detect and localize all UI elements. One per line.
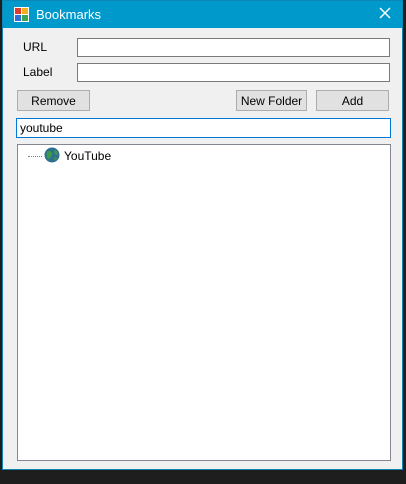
close-icon (379, 7, 391, 22)
tree-item-youtube[interactable]: YouTube (28, 147, 111, 165)
search-input[interactable] (16, 118, 391, 138)
globe-icon (44, 147, 60, 166)
background-bottom (0, 470, 406, 484)
bookmarks-window: Bookmarks URL Label Remove New Folder Ad… (2, 0, 403, 470)
url-label: URL (23, 40, 48, 54)
bookmarks-tree[interactable]: YouTube (17, 144, 391, 461)
title-bar[interactable]: Bookmarks (3, 1, 402, 28)
label-field[interactable] (77, 63, 390, 82)
close-button[interactable] (368, 1, 402, 28)
url-field[interactable] (77, 38, 390, 57)
remove-button[interactable]: Remove (17, 90, 90, 111)
add-button[interactable]: Add (316, 90, 389, 111)
label-label: Label (23, 65, 53, 79)
tree-connector-line (28, 155, 42, 157)
window-title: Bookmarks (36, 7, 102, 22)
tree-item-label: YouTube (64, 149, 112, 163)
bookmarks-app-icon (14, 7, 29, 22)
new-folder-button[interactable]: New Folder (236, 90, 307, 111)
